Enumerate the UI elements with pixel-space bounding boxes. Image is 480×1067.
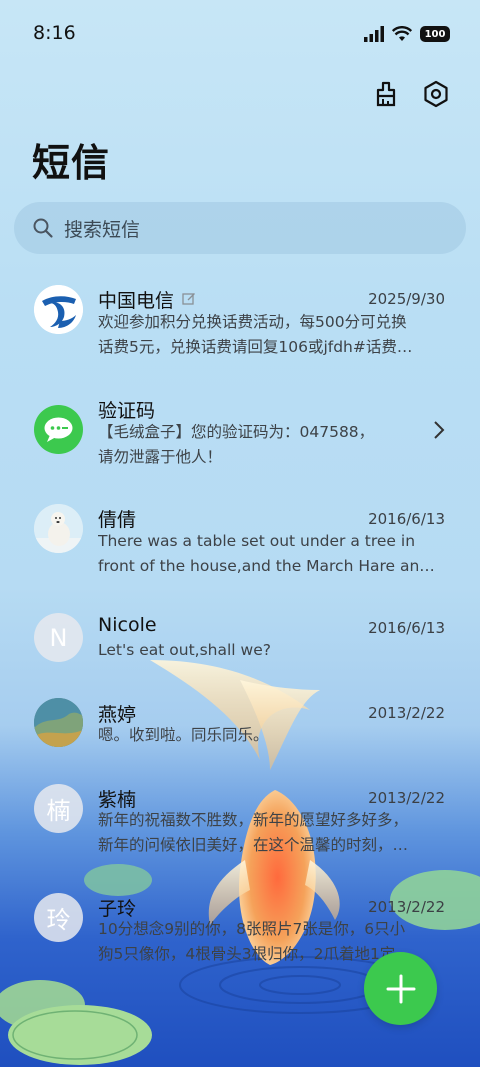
edit-note-icon xyxy=(182,293,196,305)
message-date: 2013/2/22 xyxy=(368,704,445,722)
avatar: N xyxy=(34,613,83,662)
message-preview: There was a table set out under a tree i… xyxy=(98,532,435,575)
message-date: 2016/6/13 xyxy=(368,619,445,637)
conversation-item[interactable]: N Nicole 2016/6/13 Let's eat out,shall w… xyxy=(0,612,480,692)
message-date: 2013/2/22 xyxy=(368,898,445,916)
conversation-item[interactable]: 楠 紫楠 2013/2/22 新年的祝福数不胜数，新年的愿望好多好多， 新年的问… xyxy=(0,783,480,893)
message-preview: 【毛绒盒子】您的验证码为：047588， 请勿泄露于他人！ xyxy=(98,423,375,466)
plus-icon xyxy=(386,974,415,1003)
message-bubble-icon xyxy=(44,417,73,442)
avatar xyxy=(34,504,83,553)
top-actions xyxy=(370,78,452,110)
message-date: 2013/2/22 xyxy=(368,789,445,807)
contact-name: 倩倩 xyxy=(98,509,137,531)
message-preview: 欢迎参加积分兑换话费活动，每500分可兑换 话费5元，兑换话费请回复106或jf… xyxy=(98,313,413,356)
contact-name: 验证码 xyxy=(98,400,156,422)
landscape-photo xyxy=(34,698,83,747)
message-date: 2016/6/13 xyxy=(368,510,445,528)
contact-name: Nicole xyxy=(98,614,157,636)
signal-icon xyxy=(364,26,384,42)
message-date: 2025/9/30 xyxy=(368,290,445,308)
polar-bear-photo xyxy=(34,504,83,553)
wifi-icon xyxy=(392,26,412,41)
message-preview: 嗯。收到啦。同乐同乐。 xyxy=(98,726,269,744)
clean-button[interactable] xyxy=(370,78,402,110)
status-icons: 100 xyxy=(364,24,450,44)
china-telecom-logo xyxy=(34,285,83,334)
battery-icon: 100 xyxy=(420,26,450,42)
conversation-item[interactable]: 验证码 【毛绒盒子】您的验证码为：047588， 请勿泄露于他人！ xyxy=(0,392,480,502)
search-bar[interactable]: 搜索短信 xyxy=(14,202,466,254)
broom-icon xyxy=(376,81,396,107)
hexagon-gear-icon xyxy=(424,80,448,108)
avatar xyxy=(34,285,83,334)
search-placeholder: 搜索短信 xyxy=(64,218,141,241)
conversation-item[interactable]: 倩倩 2016/6/13 There was a table set out u… xyxy=(0,502,480,612)
search-icon xyxy=(33,218,53,238)
status-time: 8:16 xyxy=(33,22,76,44)
avatar: 楠 xyxy=(34,784,83,833)
new-message-button[interactable] xyxy=(364,952,437,1025)
conversation-item[interactable]: 燕婷 2013/2/22 嗯。收到啦。同乐同乐。 xyxy=(0,698,480,778)
contact-name: 中国电信 xyxy=(98,286,196,313)
avatar xyxy=(34,698,83,747)
settings-button[interactable] xyxy=(420,78,452,110)
status-bar: 8:16 100 xyxy=(0,0,480,66)
conversation-item[interactable]: 中国电信 2025/9/30 欢迎参加积分兑换话费活动，每500分可兑换 话费5… xyxy=(0,282,480,392)
page-title: 短信 xyxy=(32,141,111,185)
avatar: 玲 xyxy=(34,893,83,942)
chevron-right-icon[interactable] xyxy=(432,420,446,440)
message-preview: Let's eat out,shall we? xyxy=(98,641,271,659)
message-preview: 新年的祝福数不胜数，新年的愿望好多好多， 新年的问候依旧美好，在这个温馨的时刻，… xyxy=(98,811,409,854)
avatar xyxy=(34,405,83,454)
